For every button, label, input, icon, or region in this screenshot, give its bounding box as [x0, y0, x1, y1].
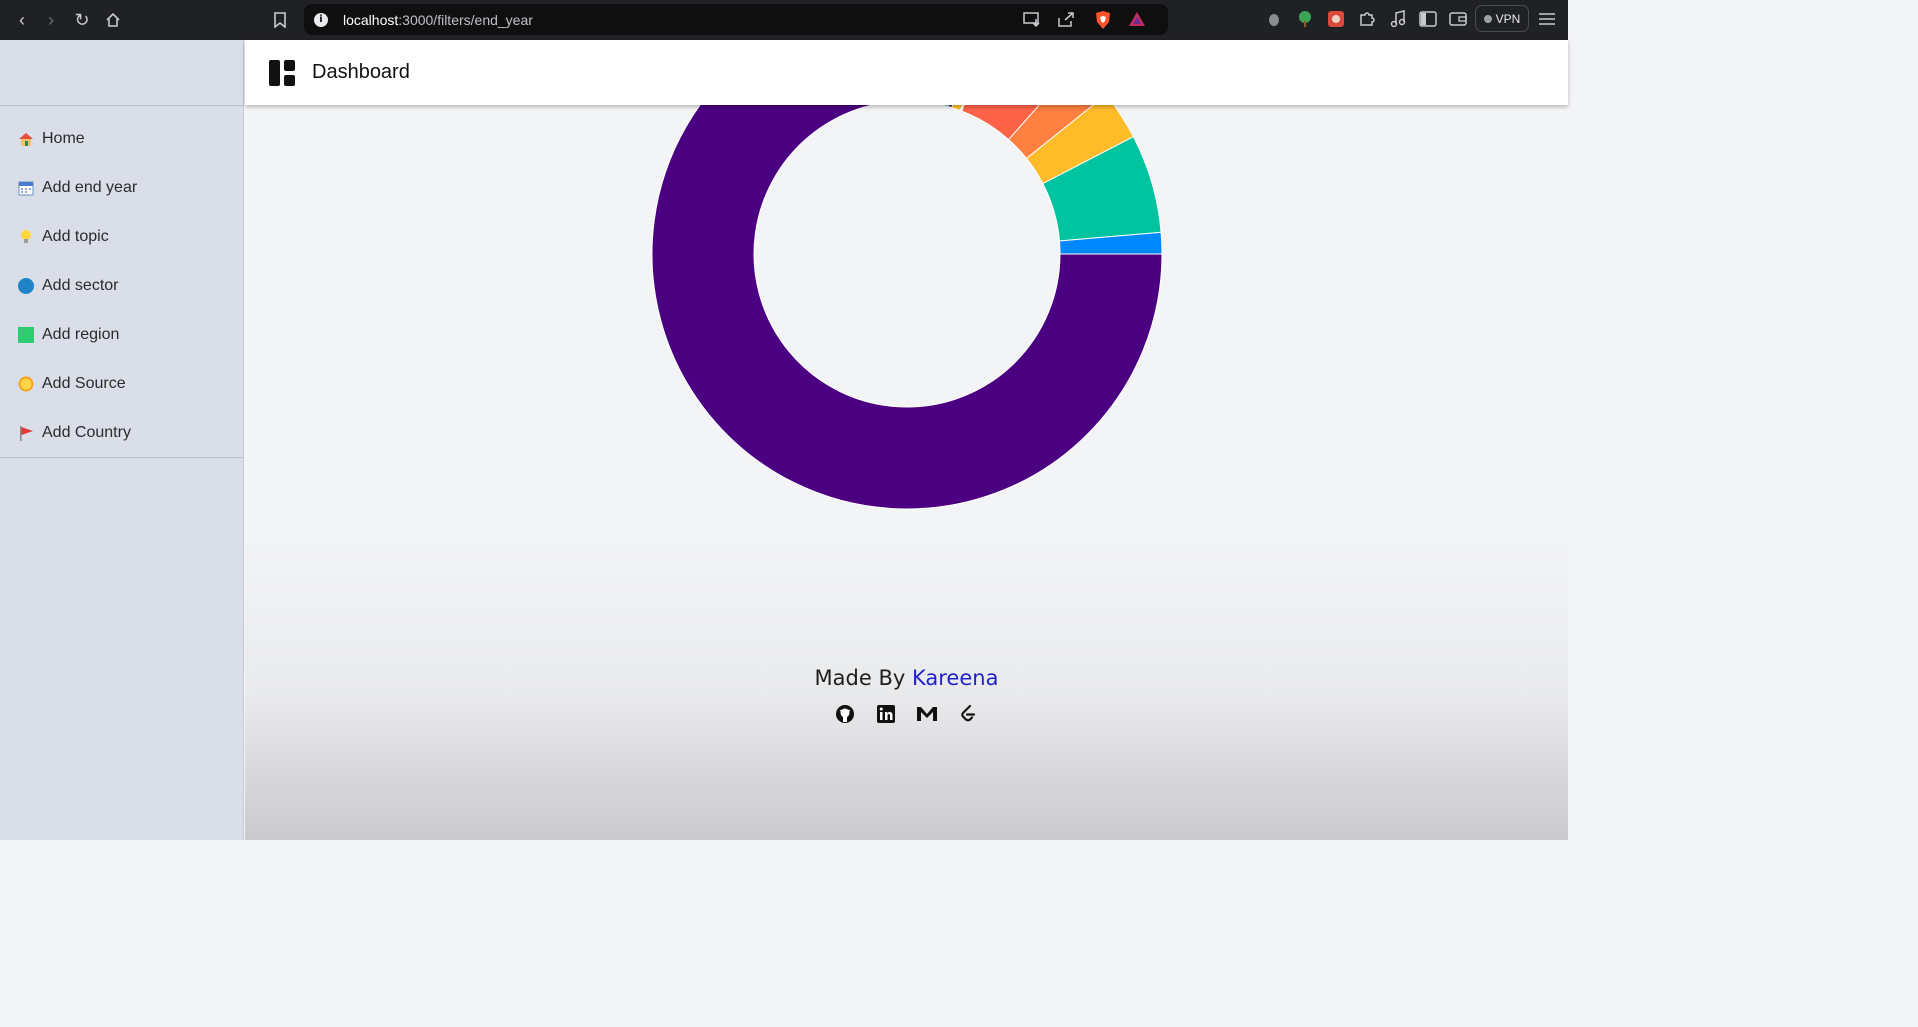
sidebar-item-add-end-year[interactable]: Add end year — [0, 163, 243, 212]
made-by-label: Made By — [814, 666, 912, 690]
social-links — [245, 702, 1568, 726]
sidebar-item-home[interactable]: Home — [0, 114, 243, 163]
donut-chart — [651, 105, 1163, 510]
made-by-text: Made By Kareena — [245, 666, 1568, 690]
sidebar-item-label: Home — [42, 129, 85, 147]
share-icon[interactable] — [1056, 10, 1076, 33]
sidebar-item-label: Add sector — [42, 276, 119, 294]
flag-icon — [18, 425, 34, 441]
sidebar-item-label: Add topic — [42, 227, 109, 245]
media-icon[interactable] — [1388, 9, 1408, 29]
vpn-status-icon — [1483, 14, 1492, 23]
sidebar-item-add-topic[interactable]: Add topic — [0, 212, 243, 261]
sidebar-menu: Home Add end year Add topic Add sector A… — [0, 106, 243, 458]
app-header: Dashboard — [245, 40, 1568, 105]
gmail-icon[interactable] — [915, 702, 939, 726]
bookmark-icon[interactable] — [268, 8, 292, 32]
sidebar-toggle-icon[interactable] — [1418, 9, 1438, 29]
vpn-button[interactable]: VPN — [1475, 5, 1529, 32]
menu-icon[interactable] — [1537, 9, 1557, 29]
linkedin-icon[interactable] — [874, 702, 898, 726]
sidebar-item-add-country[interactable]: Add Country — [0, 408, 243, 457]
sidebar: Home Add end year Add topic Add sector A… — [0, 40, 244, 840]
extension-gray-icon[interactable] — [1264, 9, 1284, 29]
back-icon[interactable]: ‹ — [10, 8, 34, 32]
wallet-icon[interactable] — [1448, 9, 1468, 29]
page-title: Dashboard — [312, 61, 410, 83]
brave-shield-icon[interactable] — [1094, 10, 1112, 35]
main-content: Made By Kareena — [245, 105, 1568, 840]
sun-icon — [18, 376, 34, 392]
forward-icon[interactable]: › — [39, 8, 63, 32]
install-icon[interactable] — [1022, 10, 1042, 33]
blue-circle-icon — [18, 277, 34, 294]
author-link[interactable]: Kareena — [912, 666, 998, 690]
leetcode-icon[interactable] — [956, 702, 980, 726]
sidebar-item-label: Add Country — [42, 423, 131, 441]
browser-toolbar: ‹ › ↻ i localhost:3000/filters/end_year — [0, 0, 1568, 40]
dashboard-icon — [269, 59, 295, 86]
site-info-icon[interactable]: i — [314, 12, 328, 27]
lightbulb-icon — [18, 229, 34, 245]
vpn-label: VPN — [1495, 11, 1521, 26]
extension-tree-icon[interactable] — [1295, 9, 1315, 29]
reload-icon[interactable]: ↻ — [70, 8, 94, 32]
url-text: localhost:3000/filters/end_year — [343, 11, 533, 28]
footer: Made By Kareena — [245, 666, 1568, 726]
sidebar-item-add-source[interactable]: Add Source — [0, 359, 243, 408]
sidebar-item-add-region[interactable]: Add region — [0, 310, 243, 359]
extension-red-icon[interactable] — [1326, 9, 1346, 29]
sidebar-item-label: Add Source — [42, 374, 126, 392]
address-bar[interactable]: i localhost:3000/filters/end_year — [304, 4, 1168, 35]
calendar-icon — [18, 180, 34, 196]
sidebar-header — [0, 40, 243, 106]
brave-rewards-icon[interactable] — [1128, 11, 1146, 32]
sidebar-item-label: Add region — [42, 325, 120, 343]
home-icon[interactable] — [101, 8, 125, 32]
github-icon[interactable] — [833, 702, 857, 726]
sidebar-item-add-sector[interactable]: Add sector — [0, 261, 243, 310]
sidebar-item-label: Add end year — [42, 178, 138, 196]
house-icon — [18, 131, 34, 147]
green-square-icon — [18, 326, 34, 343]
extensions-puzzle-icon[interactable] — [1357, 9, 1377, 29]
